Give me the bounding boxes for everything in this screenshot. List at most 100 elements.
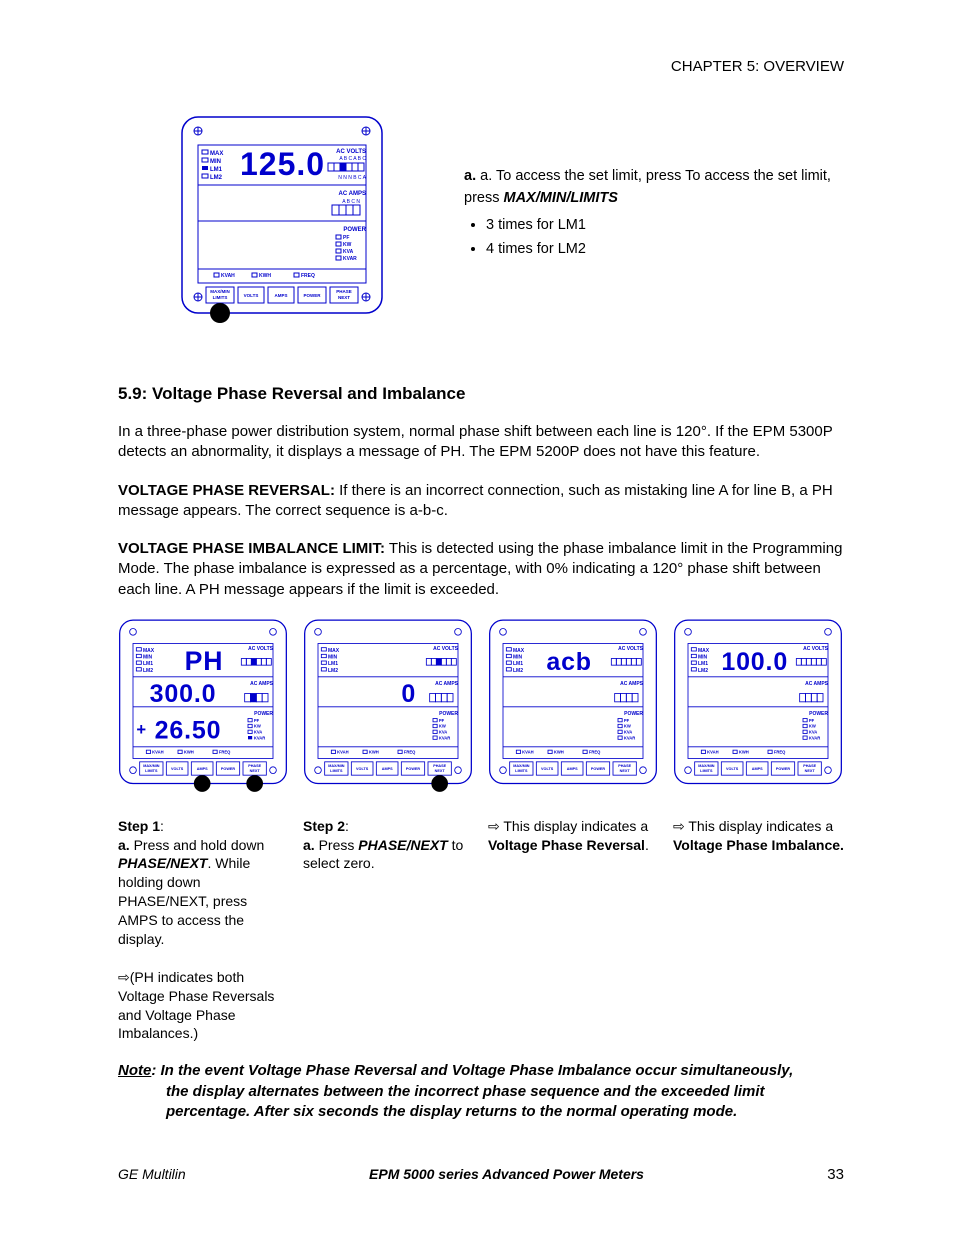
svg-text:AC AMPS: AC AMPS bbox=[250, 681, 274, 687]
svg-text:MAX/MIN: MAX/MIN bbox=[210, 289, 230, 294]
svg-text:LM1: LM1 bbox=[210, 167, 223, 173]
svg-text:KW: KW bbox=[254, 723, 261, 728]
svg-text:POWER: POWER bbox=[254, 711, 273, 717]
svg-text:acb: acb bbox=[546, 648, 592, 676]
svg-text:KW: KW bbox=[343, 242, 352, 248]
para-intro: In a three-phase power distribution syst… bbox=[118, 422, 844, 463]
svg-text:KWH: KWH bbox=[369, 749, 379, 754]
svg-text:AMPS: AMPS bbox=[382, 767, 393, 771]
svg-text:PF: PF bbox=[343, 235, 349, 241]
svg-text:PHASE: PHASE bbox=[336, 289, 352, 294]
para-imbalance-term: VOLTAGE PHASE IMBALANCE LIMIT: bbox=[118, 540, 385, 557]
svg-text:LM1: LM1 bbox=[143, 661, 153, 667]
svg-text:AC VOLTS: AC VOLTS bbox=[433, 646, 459, 652]
svg-text:LM2: LM2 bbox=[143, 668, 153, 674]
svg-text:PHASE: PHASE bbox=[433, 764, 446, 768]
svg-text:NEXT: NEXT bbox=[805, 769, 816, 773]
svg-text:NEXT: NEXT bbox=[435, 769, 446, 773]
svg-text:LM2: LM2 bbox=[698, 668, 708, 674]
svg-text:AMPS: AMPS bbox=[274, 293, 287, 298]
footer-center: EPM 5000 series Advanced Power Meters bbox=[369, 1166, 644, 1183]
svg-text:PF: PF bbox=[254, 718, 260, 723]
svg-text:KVAH: KVAH bbox=[221, 273, 235, 279]
step3-text: ⇨ This display indicates a Voltage Phase… bbox=[488, 817, 659, 855]
svg-text:NEXT: NEXT bbox=[620, 769, 631, 773]
step2-text: Step 2: a. Press PHASE/NEXT to select ze… bbox=[303, 817, 474, 874]
para-reversal-term: VOLTAGE PHASE REVERSAL: bbox=[118, 482, 335, 499]
svg-text:POWER: POWER bbox=[406, 767, 420, 771]
svg-text:VOLTS: VOLTS bbox=[726, 767, 739, 771]
svg-text:MAX/MIN: MAX/MIN bbox=[143, 764, 160, 768]
svg-text:FREQ: FREQ bbox=[301, 273, 315, 279]
meter-figure-3: MAX MIN LM1 LM2 acb AC VOLTS AC AMPS POW… bbox=[488, 618, 658, 794]
svg-text:FREQ: FREQ bbox=[404, 749, 416, 754]
bullet-lm2: 4 times for LM2 bbox=[486, 238, 844, 260]
svg-text:26.50: 26.50 bbox=[155, 716, 222, 744]
svg-text:VOLTS: VOLTS bbox=[244, 293, 259, 298]
svg-text:KW: KW bbox=[439, 723, 446, 728]
svg-text:KVAH: KVAH bbox=[337, 749, 348, 754]
svg-text:MAX: MAX bbox=[513, 648, 525, 654]
svg-text:POWER: POWER bbox=[221, 767, 235, 771]
para-reversal: VOLTAGE PHASE REVERSAL: If there is an i… bbox=[118, 481, 844, 522]
chapter-header: CHAPTER 5: OVERVIEW bbox=[118, 58, 844, 75]
svg-text:N N N B C A: N N N B C A bbox=[338, 175, 366, 181]
svg-text:FREQ: FREQ bbox=[589, 749, 601, 754]
svg-text:KVAH: KVAH bbox=[707, 749, 718, 754]
svg-text:LM2: LM2 bbox=[328, 668, 338, 674]
svg-text:AC AMPS: AC AMPS bbox=[620, 681, 644, 687]
svg-text:KVA: KVA bbox=[809, 729, 817, 734]
svg-text:MAX/MIN: MAX/MIN bbox=[513, 764, 530, 768]
svg-text:LIMITS: LIMITS bbox=[700, 769, 713, 773]
svg-text:POWER: POWER bbox=[591, 767, 605, 771]
svg-text:KVAR: KVAR bbox=[254, 735, 265, 740]
svg-text:LM2: LM2 bbox=[210, 175, 223, 181]
svg-text:PHASE: PHASE bbox=[248, 764, 261, 768]
svg-text:LIMITS: LIMITS bbox=[515, 769, 528, 773]
svg-text:VOLTS: VOLTS bbox=[356, 767, 369, 771]
svg-text:MIN: MIN bbox=[698, 654, 708, 660]
svg-text:AC VOLTS: AC VOLTS bbox=[618, 646, 644, 652]
svg-text:MAX: MAX bbox=[698, 648, 710, 654]
svg-text:LM2: LM2 bbox=[513, 668, 523, 674]
footer-page: 33 bbox=[827, 1166, 844, 1183]
svg-text:0: 0 bbox=[401, 680, 416, 708]
svg-text:PF: PF bbox=[809, 718, 815, 723]
svg-text:KVAR: KVAR bbox=[809, 735, 820, 740]
step1-text: Step 1: a. Press and hold down PHASE/NEX… bbox=[118, 817, 289, 1044]
svg-text:KVAR: KVAR bbox=[343, 256, 357, 262]
svg-text:POWER: POWER bbox=[776, 767, 790, 771]
svg-text:POWER: POWER bbox=[303, 293, 321, 298]
svg-text:AC VOLTS: AC VOLTS bbox=[803, 646, 829, 652]
meter-figure-2: MAX MIN LM1 LM2 AC VOLTS 0 AC AMPS POWER… bbox=[303, 618, 473, 794]
svg-text:MAX/MIN: MAX/MIN bbox=[698, 764, 715, 768]
instruction-a: a. a. To access the set limit, press a. … bbox=[464, 165, 844, 210]
instruction-a-bold: MAX/MIN/LIMITS bbox=[504, 190, 618, 206]
svg-text:LM1: LM1 bbox=[513, 661, 523, 667]
svg-text:PF: PF bbox=[624, 718, 630, 723]
svg-text:+: + bbox=[136, 720, 147, 739]
svg-text:KWH: KWH bbox=[554, 749, 564, 754]
svg-text:NEXT: NEXT bbox=[250, 769, 261, 773]
svg-text:LM1: LM1 bbox=[698, 661, 708, 667]
svg-text:PH: PH bbox=[185, 646, 224, 676]
svg-text:VOLTS: VOLTS bbox=[541, 767, 554, 771]
svg-text:KW: KW bbox=[624, 723, 631, 728]
svg-text:MIN: MIN bbox=[513, 654, 523, 660]
para-imbalance: VOLTAGE PHASE IMBALANCE LIMIT: This is d… bbox=[118, 539, 844, 600]
svg-text:AC VOLTS: AC VOLTS bbox=[248, 646, 274, 652]
svg-text:POWER: POWER bbox=[624, 711, 643, 717]
svg-text:KVA: KVA bbox=[624, 729, 632, 734]
svg-text:KVA: KVA bbox=[439, 729, 447, 734]
svg-text:KWH: KWH bbox=[184, 749, 194, 754]
svg-text:LIMITS: LIMITS bbox=[213, 295, 228, 300]
svg-text:MIN: MIN bbox=[143, 654, 153, 660]
svg-text:KVA: KVA bbox=[343, 249, 354, 255]
svg-text:LIMITS: LIMITS bbox=[145, 769, 158, 773]
svg-text:MAX: MAX bbox=[328, 648, 340, 654]
svg-text:FREQ: FREQ bbox=[219, 749, 231, 754]
svg-text:FREQ: FREQ bbox=[774, 749, 786, 754]
footer-left: GE Multilin bbox=[118, 1166, 186, 1183]
svg-text:A B C A B C: A B C A B C bbox=[339, 156, 366, 162]
svg-text:AMPS: AMPS bbox=[752, 767, 763, 771]
